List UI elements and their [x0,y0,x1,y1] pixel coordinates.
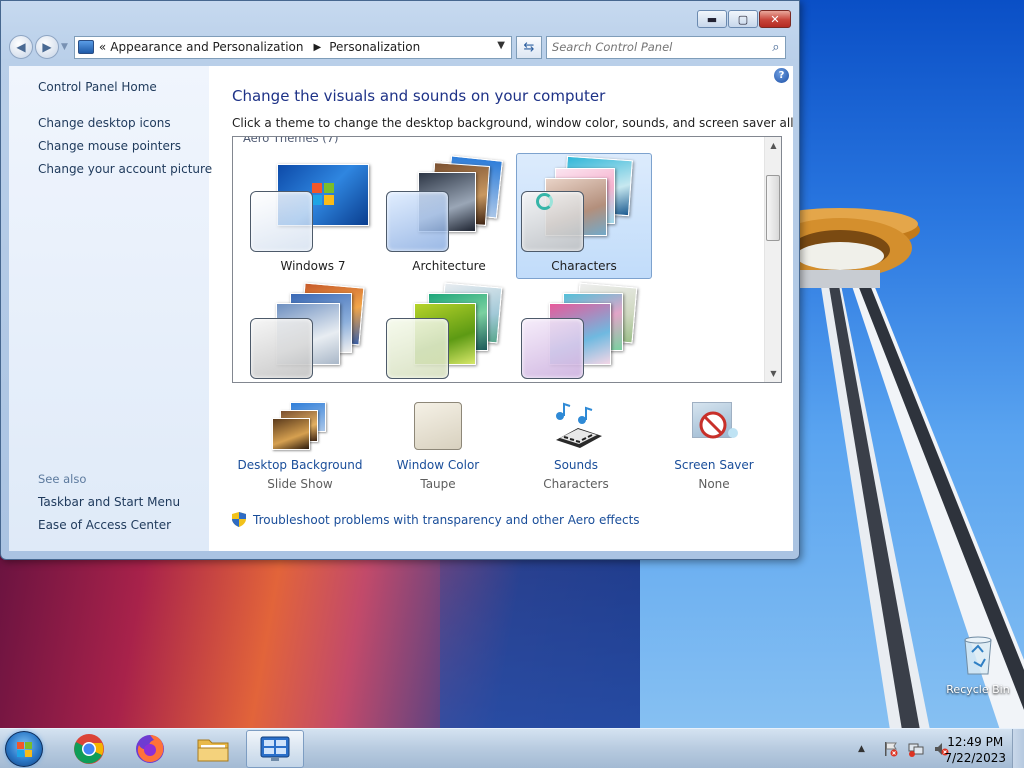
sounds-tool[interactable]: Sounds Characters [506,400,646,491]
screen-saver-icon [684,400,744,452]
search-box[interactable]: ⌕ [545,35,786,59]
breadcrumb-overflow[interactable]: « [99,40,106,54]
change-account-picture-link[interactable]: Change your account picture [38,162,212,176]
wallpaper-building-shade [440,540,640,728]
theme-settings-bar: Desktop Background Slide Show Window Col… [232,400,782,495]
help-icon[interactable]: ? [774,68,789,83]
back-button[interactable]: ◀ [9,35,33,59]
desktop-background-icon [270,400,330,452]
breadcrumb-appearance[interactable]: Appearance and Personalization [110,40,303,54]
recycle-bin-label: Recycle Bin [946,683,1010,696]
taskbar-chrome[interactable] [60,730,118,768]
refresh-button[interactable]: ⇆ [515,35,542,59]
sounds-value: Characters [543,477,609,491]
task-pane: Control Panel Home Change desktop icons … [9,66,212,551]
troubleshoot-label[interactable]: Troubleshoot problems with transparency … [253,513,640,527]
change-desktop-icons-link[interactable]: Change desktop icons [38,116,171,130]
firefox-icon [136,735,164,763]
control-panel-home-link[interactable]: Control Panel Home [38,80,157,94]
screen-saver-label[interactable]: Screen Saver [644,458,784,472]
caption-buttons: ▬ ▢ ✕ [697,10,791,28]
desktop-background-label[interactable]: Desktop Background [230,458,370,472]
window-color-swatch [521,318,584,379]
system-tray: ▲ [858,741,949,757]
recent-pages-dropdown[interactable]: ▼ [61,42,68,52]
taskbar-explorer[interactable] [184,730,242,768]
desktop-background-tool[interactable]: Desktop Background Slide Show [230,400,370,491]
theme-name: Windows 7 [280,259,346,273]
see-also-heading: See also [38,472,87,486]
forward-button[interactable]: ▶ [35,35,59,59]
theme-scenes[interactable] [516,280,652,382]
start-button[interactable] [5,731,43,767]
loading-spinner-icon [536,193,553,210]
taskbar-control-panel[interactable] [246,730,304,768]
clock[interactable]: 12:49 PM 7/22/2023 [944,734,1006,766]
window-color-value: Taupe [420,477,456,491]
windows-logo-icon [17,742,32,757]
minimize-button[interactable]: ▬ [697,10,727,28]
control-panel-icon [260,736,290,761]
content-area: Control Panel Home Change desktop icons … [9,66,793,551]
troubleshoot-link[interactable]: Troubleshoot problems with transparency … [232,512,640,527]
window-color-icon [408,400,468,452]
breadcrumb-separator[interactable]: ▶ [314,42,322,53]
show-hidden-icons-icon[interactable]: ▲ [858,741,874,757]
window-color-swatch [250,318,313,379]
theme-list[interactable]: Aero Themes (7) Windows 7 Architecture C… [232,136,782,383]
shield-icon [232,512,246,527]
scroll-thumb[interactable] [766,175,780,241]
search-icon[interactable]: ⌕ [767,40,785,55]
ease-of-access-link[interactable]: Ease of Access Center [38,518,171,532]
scroll-up-icon[interactable]: ▲ [765,137,781,154]
taskbar: ▲ 12:49 PM 7/22/2023 [0,728,1024,768]
action-center-flag-icon[interactable] [883,741,899,757]
refresh-icon: ⇆ [523,39,535,55]
theme-name: Architecture [412,259,486,273]
taskbar-firefox[interactable] [121,730,179,768]
window-color-label[interactable]: Window Color [368,458,508,472]
page-description: Click a theme to change the desktop back… [232,116,793,130]
chrome-icon [74,734,104,764]
screen-saver-tool[interactable]: Screen Saver None [644,400,784,491]
show-desktop-button[interactable] [1012,729,1024,768]
address-bar[interactable]: « Appearance and Personalization ▶ Perso… [73,35,512,59]
recycle-bin-desktop-icon[interactable]: Recycle Bin [940,632,1016,696]
sounds-label[interactable]: Sounds [506,458,646,472]
close-button[interactable]: ✕ [759,10,791,28]
theme-name: Characters [551,259,617,273]
theme-landscapes[interactable] [245,280,381,382]
window-color-tool[interactable]: Window Color Taupe [368,400,508,491]
search-input[interactable] [546,40,767,54]
breadcrumb-personalization[interactable]: Personalization [329,40,420,54]
network-icon[interactable] [908,741,924,757]
control-panel-icon [77,40,94,54]
navigation-bar: ◀ ▶ ▼ « Appearance and Personalization ▶… [9,34,793,60]
sounds-icon [546,400,606,452]
theme-characters[interactable]: Characters [516,153,652,279]
maximize-button[interactable]: ▢ [728,10,758,28]
desktop-background-value: Slide Show [267,477,333,491]
window-color-swatch [386,318,449,379]
personalization-window: ▬ ▢ ✕ ◀ ▶ ▼ « Appearance and Personaliza… [0,0,800,560]
theme-list-scrollbar[interactable]: ▲ ▼ [764,137,781,382]
window-color-swatch [250,191,313,252]
screen-saver-value: None [698,477,730,491]
page-title: Change the visuals and sounds on your co… [232,87,606,105]
clock-date: 7/22/2023 [944,751,1006,765]
theme-nature[interactable] [381,280,517,382]
folder-icon [197,739,229,762]
clock-time: 12:49 PM [947,735,1004,749]
taskbar-start-menu-link[interactable]: Taskbar and Start Menu [38,495,180,509]
theme-windows-7[interactable]: Windows 7 [245,153,381,279]
theme-group-label: Aero Themes (7) [243,136,339,145]
scroll-down-icon[interactable]: ▼ [765,365,781,382]
address-dropdown-icon[interactable]: ▼ [497,40,505,51]
recycle-bin-icon [964,636,992,675]
change-mouse-pointers-link[interactable]: Change mouse pointers [38,139,181,153]
theme-architecture[interactable]: Architecture [381,153,517,279]
window-color-swatch [386,191,449,252]
